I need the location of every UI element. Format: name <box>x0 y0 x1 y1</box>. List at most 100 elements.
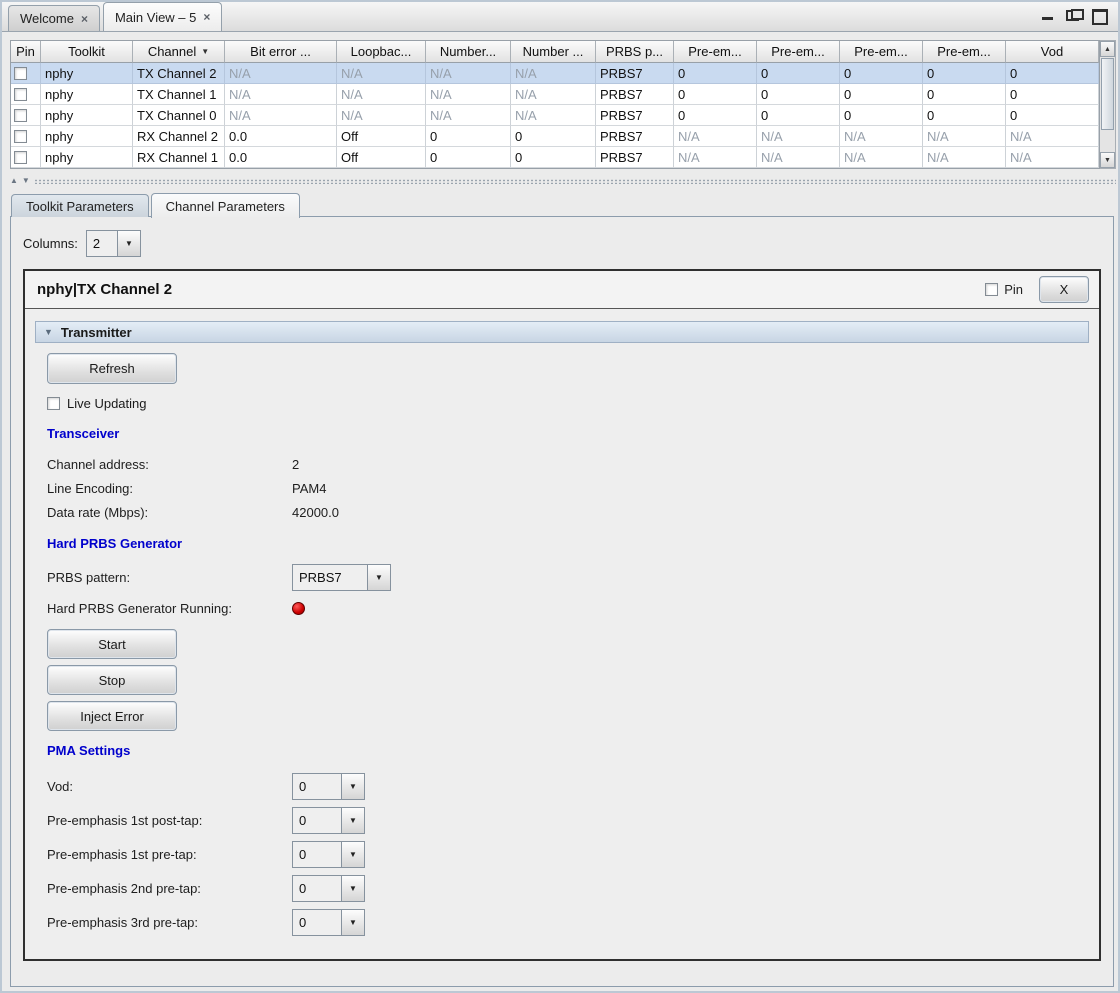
refresh-button[interactable]: Refresh <box>47 353 177 384</box>
column-header[interactable]: Channel▼ <box>133 41 225 63</box>
close-icon[interactable]: × <box>203 11 210 23</box>
field-row: Pre-emphasis 3rd pre-tap:0▼ <box>47 905 1089 939</box>
live-updating-checkbox[interactable] <box>47 397 60 410</box>
column-header[interactable]: Toolkit <box>41 41 133 63</box>
table-cell: RX Channel 2 <box>133 126 225 147</box>
live-updating-row[interactable]: Live Updating <box>47 394 1089 412</box>
scroll-down-button[interactable]: ▼ <box>1100 152 1115 168</box>
scroll-up-button[interactable]: ▲ <box>1100 41 1115 57</box>
pin-checkbox[interactable] <box>14 130 27 143</box>
dropdown-arrow-icon[interactable]: ▼ <box>341 774 364 799</box>
combo-value: 0 <box>293 842 341 867</box>
tab-label: Main View – 5 <box>115 10 196 25</box>
table-cell: N/A <box>426 84 511 105</box>
column-header-label: Pre-em... <box>688 44 741 59</box>
columns-label: Columns: <box>23 236 78 251</box>
splitter-grip[interactable] <box>34 179 1116 184</box>
splitter-down-icon[interactable]: ▼ <box>22 177 30 185</box>
dropdown-arrow-icon[interactable]: ▼ <box>341 876 364 901</box>
splitter-up-icon[interactable]: ▲ <box>10 177 18 185</box>
column-header[interactable]: Pre-em... <box>757 41 840 63</box>
column-header-label: PRBS p... <box>606 44 663 59</box>
prbs-pattern-combo[interactable]: PRBS7 ▼ <box>292 564 391 591</box>
table-row[interactable]: nphyTX Channel 0N/AN/AN/AN/APRBS700000 <box>11 105 1099 126</box>
columns-combo[interactable]: 2 ▼ <box>86 230 141 257</box>
table-row[interactable]: nphyRX Channel 10.0Off00PRBS7N/AN/AN/AN/… <box>11 147 1099 168</box>
column-header[interactable]: Vod <box>1006 41 1099 63</box>
table-cell: N/A <box>225 105 337 126</box>
close-icon[interactable]: × <box>81 13 88 25</box>
pma-combo[interactable]: 0▼ <box>292 841 365 868</box>
table-cell: 0 <box>674 105 757 126</box>
table-cell: 0 <box>757 105 840 126</box>
splitter[interactable]: ▲ ▼ <box>10 174 1116 188</box>
table-row[interactable]: nphyTX Channel 1N/AN/AN/AN/APRBS700000 <box>11 84 1099 105</box>
column-header[interactable]: Pre-em... <box>674 41 757 63</box>
table-cell: 0 <box>757 63 840 84</box>
tab-channel-parameters[interactable]: Channel Parameters <box>151 193 300 218</box>
field-row: Data rate (Mbps):42000.0 <box>47 500 1089 524</box>
close-panel-button[interactable]: X <box>1039 276 1089 303</box>
pma-combo[interactable]: 0▼ <box>292 909 365 936</box>
prbs-running-row: Hard PRBS Generator Running: <box>47 593 1089 623</box>
table-cell: N/A <box>757 126 840 147</box>
pin-checkbox-row[interactable]: Pin <box>985 282 1023 297</box>
combo-value: PRBS7 <box>293 565 367 590</box>
table-cell: 0.0 <box>225 126 337 147</box>
pma-combo[interactable]: 0▼ <box>292 807 365 834</box>
table-cell: TX Channel 2 <box>133 63 225 84</box>
heading-hard-prbs-generator: Hard PRBS Generator <box>47 536 1089 551</box>
restore-icon[interactable] <box>1066 9 1081 21</box>
column-header[interactable]: Number ... <box>511 41 596 63</box>
pin-cell <box>11 84 41 105</box>
transmitter-section-body: Refresh Live Updating Transceiver Channe… <box>35 353 1089 939</box>
scrollbar-thumb[interactable] <box>1101 58 1114 130</box>
column-header[interactable]: Pre-em... <box>840 41 923 63</box>
column-header[interactable]: Loopbac... <box>337 41 426 63</box>
combo-value: 0 <box>293 910 341 935</box>
vertical-scrollbar[interactable]: ▲ ▼ <box>1100 40 1116 169</box>
column-header[interactable]: Number... <box>426 41 511 63</box>
table-cell: 0 <box>923 84 1006 105</box>
table-cell: 0.0 <box>225 147 337 168</box>
tab-welcome[interactable]: Welcome × <box>8 5 100 31</box>
table-cell: N/A <box>511 84 596 105</box>
table-cell: N/A <box>426 63 511 84</box>
pin-checkbox[interactable] <box>985 283 998 296</box>
table-cell: nphy <box>41 147 133 168</box>
dropdown-arrow-icon[interactable]: ▼ <box>341 842 364 867</box>
pin-checkbox[interactable] <box>14 109 27 122</box>
column-header[interactable]: Bit error ... <box>225 41 337 63</box>
maximize-icon[interactable] <box>1091 9 1106 21</box>
pin-checkbox[interactable] <box>14 88 27 101</box>
transmitter-section-header[interactable]: ▼ Transmitter <box>35 321 1089 343</box>
column-header[interactable]: Pin <box>11 41 41 63</box>
collapse-triangle-icon[interactable]: ▼ <box>44 327 53 337</box>
inject-error-button[interactable]: Inject Error <box>47 701 177 731</box>
tab-main-view[interactable]: Main View – 5 × <box>103 2 222 31</box>
table-cell: 0 <box>674 84 757 105</box>
dropdown-arrow-icon[interactable]: ▼ <box>341 808 364 833</box>
table-cell: PRBS7 <box>596 63 674 84</box>
dropdown-arrow-icon[interactable]: ▼ <box>367 565 390 590</box>
table-cell: 0 <box>840 105 923 126</box>
pin-checkbox[interactable] <box>14 67 27 80</box>
tab-toolkit-parameters[interactable]: Toolkit Parameters <box>11 194 149 217</box>
column-header[interactable]: Pre-em... <box>923 41 1006 63</box>
pma-combo[interactable]: 0▼ <box>292 773 365 800</box>
table-row[interactable]: nphyTX Channel 2N/AN/AN/AN/APRBS700000 <box>11 63 1099 84</box>
minimize-icon[interactable] <box>1041 9 1056 21</box>
pma-combo[interactable]: 0▼ <box>292 875 365 902</box>
column-header[interactable]: PRBS p... <box>596 41 674 63</box>
start-button[interactable]: Start <box>47 629 177 659</box>
stop-button[interactable]: Stop <box>47 665 177 695</box>
scrollbar-track[interactable] <box>1100 131 1115 152</box>
window-controls <box>1041 9 1118 31</box>
table-row[interactable]: nphyRX Channel 20.0Off00PRBS7N/AN/AN/AN/… <box>11 126 1099 147</box>
dropdown-arrow-icon[interactable]: ▼ <box>117 231 140 256</box>
channel-panel: nphy|TX Channel 2 Pin X ▼ Transmitter Re… <box>23 269 1101 961</box>
table-cell: N/A <box>337 105 426 126</box>
channel-parameters-panel: Columns: 2 ▼ nphy|TX Channel 2 Pin X <box>10 216 1114 987</box>
dropdown-arrow-icon[interactable]: ▼ <box>341 910 364 935</box>
pin-checkbox[interactable] <box>14 151 27 164</box>
